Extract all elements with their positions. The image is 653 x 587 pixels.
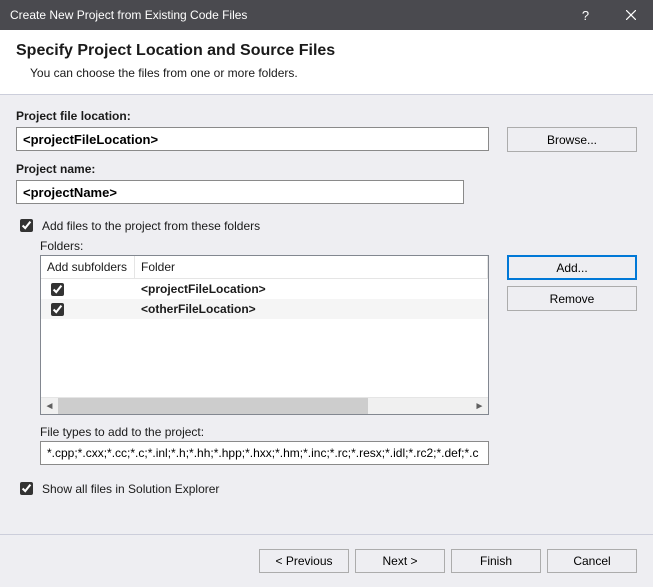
wizard-footer: < Previous Next > Finish Cancel — [0, 534, 653, 587]
show-all-files-label: Show all files in Solution Explorer — [42, 482, 219, 496]
page-subtitle: You can choose the files from one or mor… — [30, 66, 637, 80]
column-add-subfolders[interactable]: Add subfolders — [41, 256, 135, 278]
filetypes-input[interactable] — [40, 441, 489, 465]
scroll-thumb[interactable] — [58, 398, 368, 414]
row-folder-cell: <otherFileLocation> — [135, 302, 488, 316]
remove-folder-button[interactable]: Remove — [507, 286, 637, 311]
close-icon — [626, 10, 636, 20]
wizard-body: Project file location: Browse... Project… — [0, 95, 653, 534]
project-name-label: Project name: — [16, 162, 637, 176]
project-location-input[interactable] — [16, 127, 489, 151]
horizontal-scrollbar[interactable]: ◄ ► — [41, 397, 488, 414]
finish-button[interactable]: Finish — [451, 549, 541, 573]
window-title: Create New Project from Existing Code Fi… — [10, 8, 563, 22]
folders-label: Folders: — [40, 239, 637, 253]
previous-button[interactable]: < Previous — [259, 549, 349, 573]
cancel-button[interactable]: Cancel — [547, 549, 637, 573]
row-subfolders-checkbox[interactable] — [51, 283, 64, 296]
add-folder-button[interactable]: Add... — [507, 255, 637, 280]
scroll-right-icon[interactable]: ► — [471, 398, 488, 415]
scroll-left-icon[interactable]: ◄ — [41, 398, 58, 415]
column-folder[interactable]: Folder — [135, 256, 488, 278]
close-button[interactable] — [608, 0, 653, 30]
help-button[interactable]: ? — [563, 0, 608, 30]
row-folder-cell: <projectFileLocation> — [135, 282, 488, 296]
browse-button[interactable]: Browse... — [507, 127, 637, 152]
row-subfolders-checkbox[interactable] — [51, 303, 64, 316]
next-button[interactable]: Next > — [355, 549, 445, 573]
window-titlebar: Create New Project from Existing Code Fi… — [0, 0, 653, 30]
page-title: Specify Project Location and Source File… — [16, 42, 637, 60]
show-all-files-checkbox[interactable] — [20, 482, 33, 495]
add-files-checkbox[interactable] — [20, 219, 33, 232]
table-row[interactable]: <projectFileLocation> — [41, 279, 488, 299]
table-row[interactable]: <otherFileLocation> — [41, 299, 488, 319]
listview-header: Add subfolders Folder — [41, 256, 488, 279]
filetypes-label: File types to add to the project: — [40, 425, 489, 439]
folders-listview[interactable]: Add subfolders Folder <projectFileLocati… — [40, 255, 489, 415]
project-location-label: Project file location: — [16, 109, 637, 123]
wizard-banner: Specify Project Location and Source File… — [0, 30, 653, 95]
add-files-label: Add files to the project from these fold… — [42, 219, 260, 233]
project-name-input[interactable] — [16, 180, 464, 204]
